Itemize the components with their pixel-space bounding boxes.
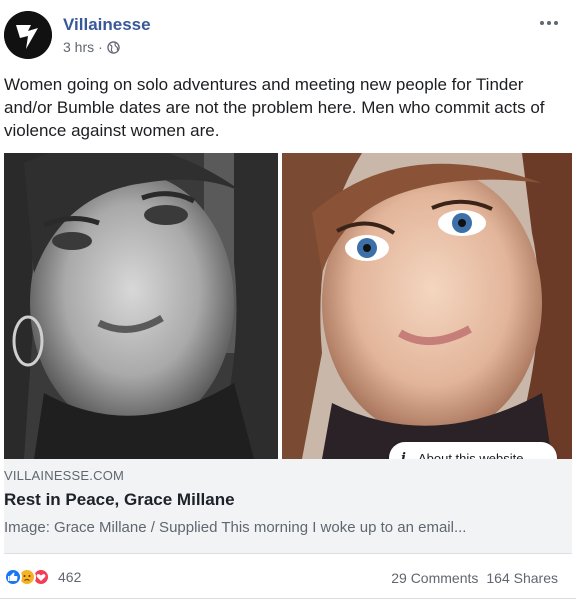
link-domain: VILLAINESSE.COM (4, 468, 125, 483)
link-preview-image[interactable] (4, 153, 572, 459)
villainesse-logo-icon (4, 11, 52, 59)
more-options-icon[interactable] (538, 18, 560, 28)
portrait-bw-image (4, 153, 278, 459)
post-timestamp[interactable]: 3 hrs (63, 39, 94, 55)
facebook-post: Villainesse 3 hrs · Women going on solo … (0, 0, 576, 606)
shares-count-link[interactable]: 164 Shares (486, 570, 558, 586)
footer-divider (0, 598, 576, 599)
globe-icon[interactable] (107, 40, 120, 54)
post-meta: 3 hrs · (63, 39, 120, 55)
reaction-count: 462 (58, 569, 82, 585)
engagement-stats: 29 Comments 164 Shares (391, 570, 558, 586)
reactions-summary[interactable]: 462 (4, 568, 81, 586)
like-reaction-icon (4, 568, 22, 586)
page-name[interactable]: Villainesse (63, 15, 151, 35)
link-description: Image: Grace Millane / Supplied This mor… (4, 519, 467, 536)
link-title[interactable]: Rest in Peace, Grace Millane (4, 490, 235, 510)
portrait-color-image (282, 153, 572, 459)
comments-count-link[interactable]: 29 Comments (391, 570, 478, 586)
photo-color (282, 153, 572, 459)
meta-separator: · (98, 39, 103, 55)
post-message: Women going on solo adventures and meeti… (4, 75, 545, 140)
page-avatar[interactable] (4, 11, 52, 59)
photo-black-and-white (4, 153, 278, 459)
